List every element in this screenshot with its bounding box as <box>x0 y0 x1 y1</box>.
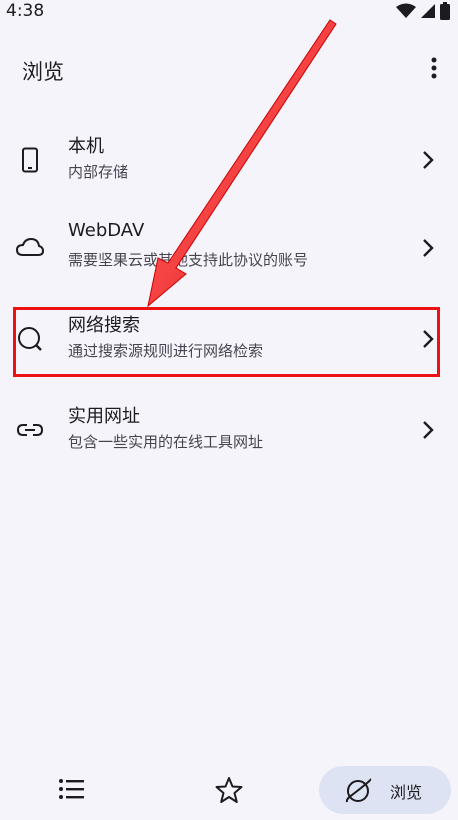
annotation-highlight-box <box>13 307 440 377</box>
chevron-right-icon <box>423 151 434 169</box>
page-title: 浏览 <box>22 60 64 84</box>
list-item-local[interactable]: 本机 内部存储 <box>0 124 458 196</box>
status-icons <box>396 2 450 20</box>
list-icon[interactable] <box>58 778 86 800</box>
more-options-button[interactable] <box>422 52 446 84</box>
list-item-subtitle: 内部存储 <box>68 163 129 181</box>
list-item-subtitle: 需要坚果云或其他支持此协议的账号 <box>68 251 309 269</box>
signal-icon <box>421 4 435 18</box>
bottom-navigation: 浏览 <box>0 756 458 820</box>
phone-icon <box>16 146 44 174</box>
list-item-title: 实用网址 <box>68 406 140 427</box>
nav-browse-tab[interactable]: 浏览 <box>319 766 451 814</box>
status-bar: 4:38 <box>0 0 458 24</box>
chevron-right-icon <box>423 421 434 439</box>
link-icon <box>16 416 44 444</box>
planet-icon <box>345 778 372 803</box>
list-item-title: 本机 <box>68 136 104 157</box>
list-item-subtitle: 包含一些实用的在线工具网址 <box>68 433 264 451</box>
nav-browse-label: 浏览 <box>390 783 423 802</box>
chevron-right-icon <box>423 239 434 257</box>
wifi-icon <box>396 3 416 18</box>
status-time: 4:38 <box>6 1 45 21</box>
list-item-useful-urls[interactable]: 实用网址 包含一些实用的在线工具网址 <box>0 394 458 466</box>
cloud-icon <box>16 234 44 262</box>
list-item-webdav[interactable]: WebDAV 需要坚果云或其他支持此协议的账号 <box>0 212 458 284</box>
battery-icon <box>440 2 450 20</box>
star-icon[interactable] <box>214 776 244 804</box>
app-bar: 浏览 <box>0 44 458 92</box>
more-vert-icon <box>431 57 437 79</box>
list-item-title: WebDAV <box>68 220 145 241</box>
